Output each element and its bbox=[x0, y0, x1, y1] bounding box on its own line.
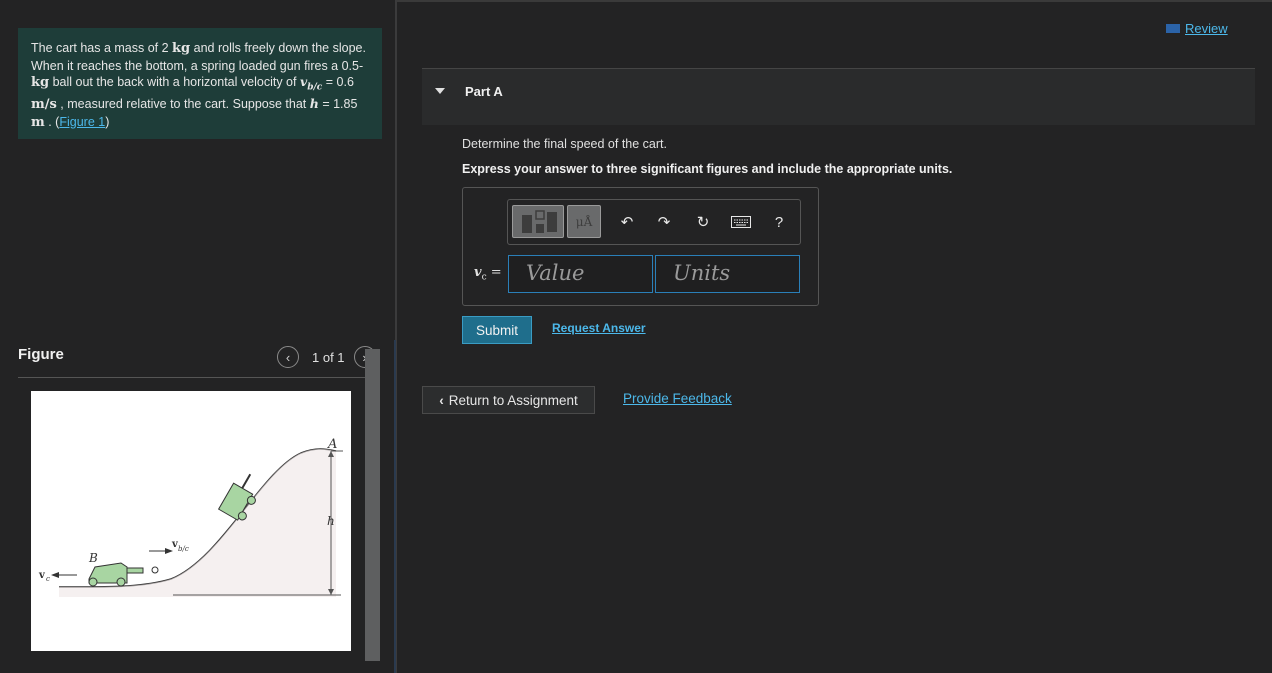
figure-pager: ‹ 1 of 1 › bbox=[277, 346, 376, 368]
figure-page-count: 1 of 1 bbox=[312, 349, 345, 365]
figure-divider bbox=[18, 377, 380, 378]
return-label: Return to Assignment bbox=[448, 392, 578, 408]
help-icon[interactable]: ? bbox=[768, 211, 790, 233]
redo-icon[interactable]: ↷ bbox=[653, 211, 675, 233]
figure-image: A h B v c v b/c bbox=[31, 391, 351, 651]
vc-label: v bbox=[38, 570, 46, 581]
reset-icon[interactable]: ↻ bbox=[692, 211, 714, 233]
cart-slope-diagram: A h B v c v b/c bbox=[38, 437, 343, 597]
keyboard-icon[interactable] bbox=[730, 211, 752, 233]
figure-link[interactable]: Figure 1 bbox=[59, 115, 105, 129]
vbc-sub-label: b/c bbox=[178, 545, 189, 553]
submit-button[interactable]: Submit bbox=[462, 316, 532, 344]
part-title: Part A bbox=[465, 84, 503, 99]
return-to-assignment-button[interactable]: ‹ Return to Assignment bbox=[422, 386, 595, 414]
point-b-label: B bbox=[88, 551, 98, 565]
figure-title: Figure bbox=[18, 346, 64, 363]
part-a-header[interactable] bbox=[422, 69, 1255, 125]
caret-down-icon[interactable] bbox=[435, 88, 445, 94]
height-label: h bbox=[327, 514, 335, 528]
value-input[interactable]: Value bbox=[508, 255, 653, 293]
vc-sub-label: c bbox=[46, 575, 50, 583]
units-button[interactable]: μÅ bbox=[567, 205, 601, 238]
chevron-left-icon: ‹ bbox=[439, 392, 444, 408]
instruction-text: Express your answer to three significant… bbox=[462, 162, 953, 176]
pane-divider-accent bbox=[394, 340, 396, 673]
templates-icon bbox=[522, 210, 557, 233]
review-label: Review bbox=[1185, 21, 1228, 36]
chevron-left-icon[interactable]: ‹ bbox=[277, 346, 299, 368]
point-a-label: A bbox=[327, 437, 337, 452]
units-input[interactable]: Units bbox=[655, 255, 800, 293]
answer-variable-label: vc = bbox=[474, 265, 502, 283]
cart-at-bottom bbox=[88, 562, 159, 587]
review-icon bbox=[1166, 24, 1180, 33]
review-link[interactable]: Review bbox=[1166, 21, 1228, 36]
figure-scrollbar[interactable] bbox=[365, 349, 380, 661]
problem-statement: The cart has a mass of 2 kg and rolls fr… bbox=[18, 28, 382, 139]
question-text: Determine the final speed of the cart. bbox=[462, 137, 667, 151]
request-answer-link[interactable]: Request Answer bbox=[552, 321, 646, 335]
undo-icon[interactable]: ↶ bbox=[616, 211, 638, 233]
templates-button[interactable] bbox=[512, 205, 564, 238]
provide-feedback-link[interactable]: Provide Feedback bbox=[623, 391, 732, 406]
